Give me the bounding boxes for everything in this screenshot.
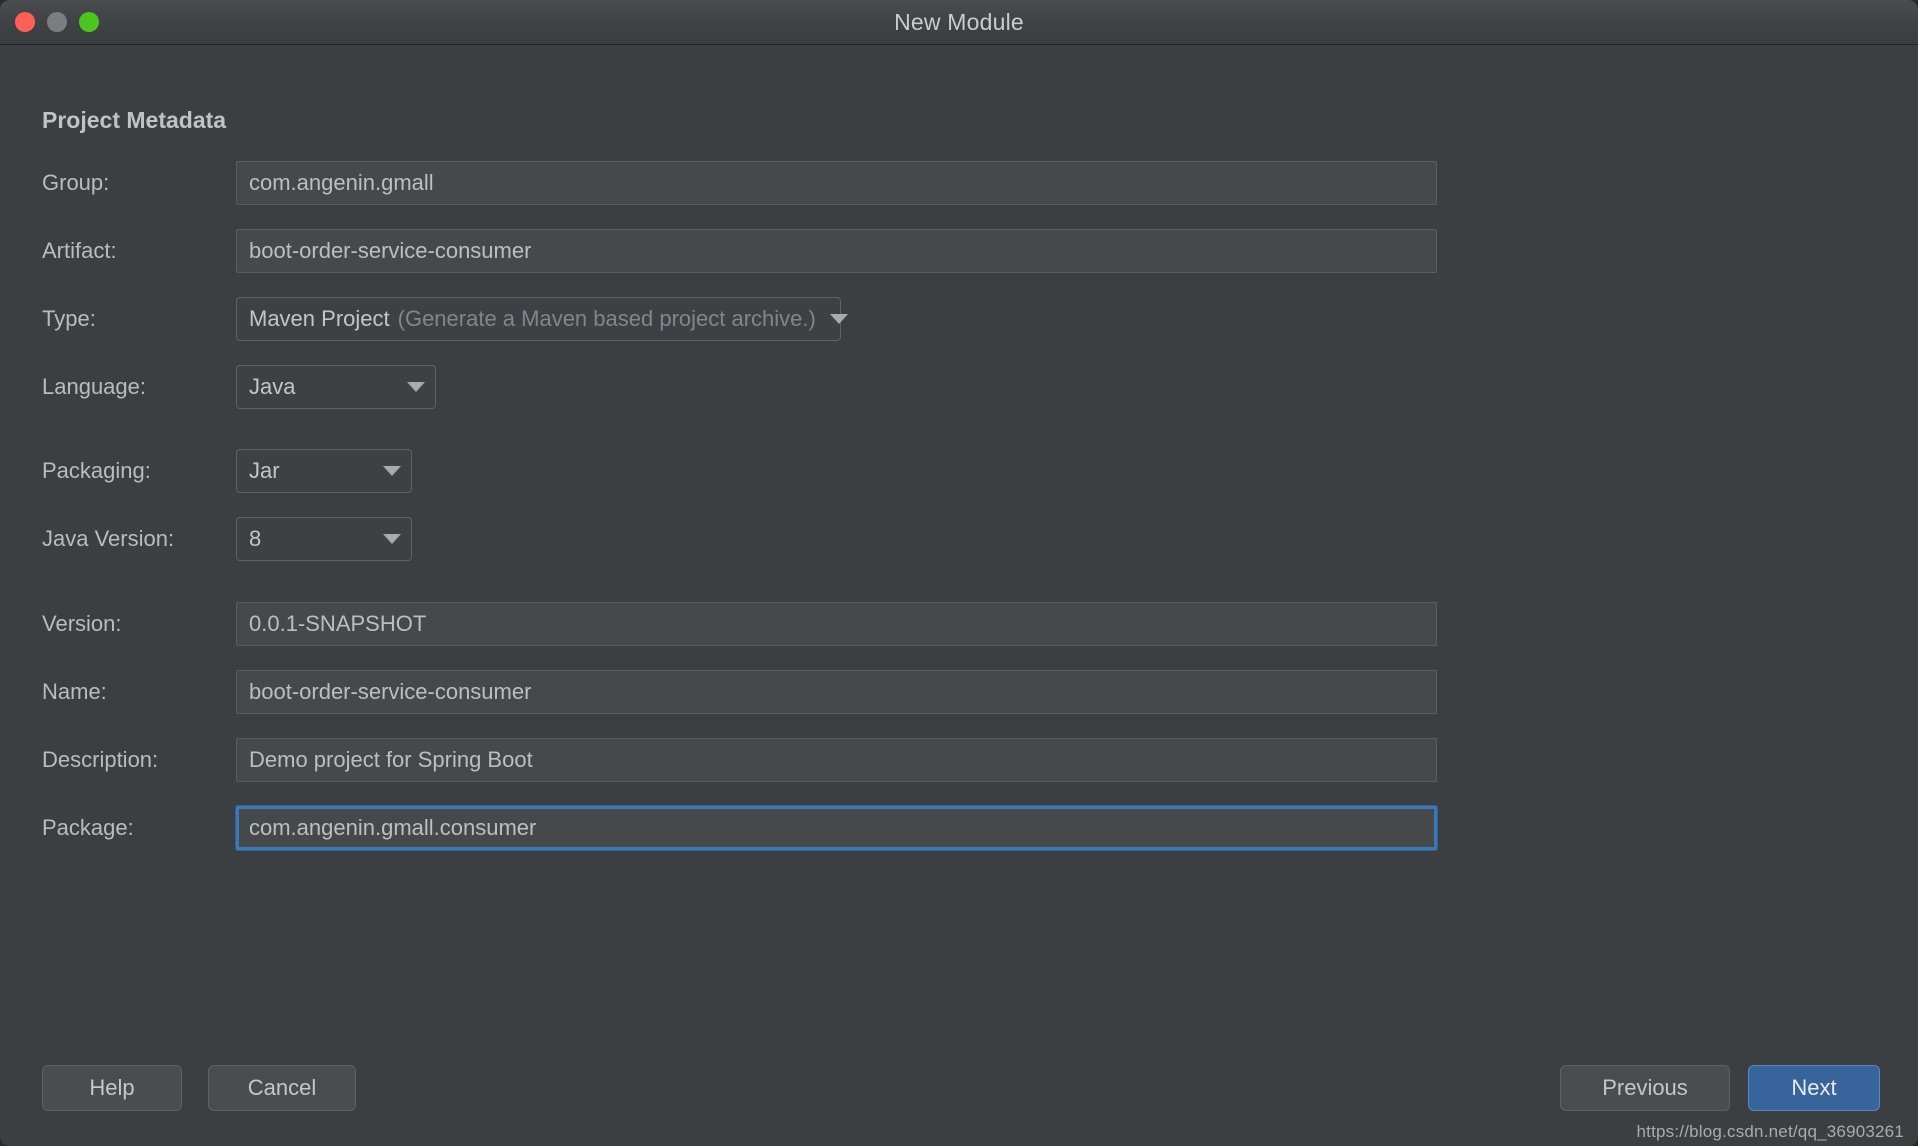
package-input-value: com.angenin.gmall.consumer [249,815,537,840]
help-button[interactable]: Help [42,1065,182,1111]
package-label: Package: [42,815,134,840]
name-label: Name: [42,679,107,704]
version-input-value: 0.0.1-SNAPSHOT [249,611,427,636]
artifact-input-value: boot-order-service-consumer [249,238,532,263]
minimize-window-icon[interactable] [47,12,67,32]
previous-button[interactable]: Previous [1560,1065,1730,1111]
type-dropdown[interactable]: Maven Project (Generate a Maven based pr… [236,297,848,341]
name-input[interactable]: boot-order-service-consumer [236,670,1437,714]
java-version-dropdown-value: 8 [249,526,262,551]
version-label: Version: [42,611,122,636]
type-dropdown-hint: (Generate a Maven based project archive.… [397,306,816,331]
description-input[interactable]: Demo project for Spring Boot [236,738,1437,782]
package-input[interactable]: com.angenin.gmall.consumer [236,806,1437,850]
chevron-down-icon [816,313,848,325]
watermark-text: https://blog.csdn.net/qq_36903261 [1636,1122,1904,1141]
maximize-window-icon[interactable] [79,12,99,32]
title-bar: New Module [0,0,1918,45]
language-dropdown[interactable]: Java [236,365,436,409]
group-label: Group: [42,170,110,195]
group-input[interactable]: com.angenin.gmall [236,161,1437,205]
packaging-dropdown-value: Jar [249,458,280,483]
window-title: New Module [894,8,1024,35]
artifact-input[interactable]: boot-order-service-consumer [236,229,1437,273]
java-version-dropdown[interactable]: 8 [236,517,412,561]
packaging-dropdown[interactable]: Jar [236,449,412,493]
type-label: Type: [42,306,96,331]
group-input-value: com.angenin.gmall [249,170,434,195]
description-input-value: Demo project for Spring Boot [249,747,533,772]
new-module-dialog: New Module Project Metadata Group: com.a… [0,0,1918,1146]
chevron-down-icon [393,381,425,393]
chevron-down-icon [369,465,401,477]
page-title: Project Metadata [42,107,227,133]
dialog-body: Project Metadata Group: com.angenin.gmal… [0,45,1918,1146]
close-window-icon[interactable] [15,12,35,32]
language-dropdown-value: Java [249,374,296,399]
description-label: Description: [42,747,159,772]
traffic-light-group [15,12,99,32]
name-input-value: boot-order-service-consumer [249,679,532,704]
java-version-label: Java Version: [42,526,175,551]
cancel-button[interactable]: Cancel [208,1065,356,1111]
type-dropdown-value: Maven Project [249,306,390,331]
packaging-label: Packaging: [42,458,151,483]
next-button[interactable]: Next [1748,1065,1880,1111]
chevron-down-icon [369,533,401,545]
language-label: Language: [42,374,146,399]
artifact-label: Artifact: [42,238,117,263]
version-input[interactable]: 0.0.1-SNAPSHOT [236,602,1437,646]
